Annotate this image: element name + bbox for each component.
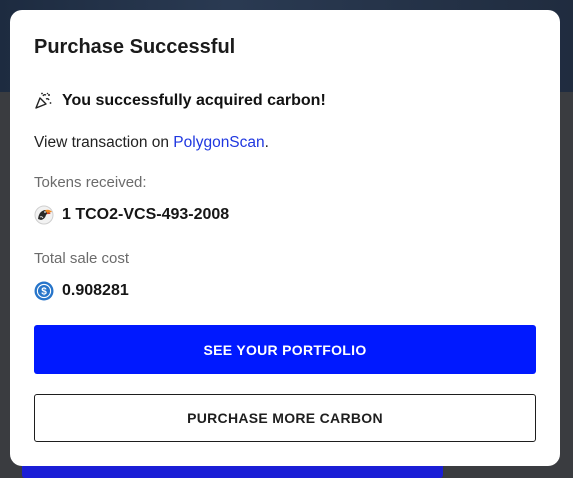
modal-title: Purchase Successful: [34, 36, 236, 58]
total-sale-cost-label: Total sale cost: [34, 250, 130, 267]
see-your-portfolio-button[interactable]: SEE YOUR PORTFOLIO: [34, 325, 536, 374]
transaction-suffix: .: [264, 134, 269, 151]
purchase-success-modal: Purchase Successful You successfully acq…: [10, 10, 560, 466]
purchase-more-carbon-button[interactable]: PURCHASE MORE CARBON: [34, 394, 536, 442]
party-popper-icon: [34, 92, 52, 110]
usdc-icon: $: [34, 281, 54, 301]
total-sale-cost-row: $ 0.908281: [34, 281, 129, 301]
svg-text:$: $: [41, 287, 47, 298]
tokens-received-value: 1 TCO2-VCS-493-2008: [62, 206, 230, 223]
success-message-row: You successfully acquired carbon!: [34, 92, 326, 110]
tokens-received-label: Tokens received:: [34, 174, 147, 191]
toucan-token-icon: [34, 205, 54, 225]
transaction-row: View transaction on PolygonScan.: [34, 134, 269, 152]
success-message: You successfully acquired carbon!: [62, 92, 326, 109]
polygonscan-link[interactable]: PolygonScan: [173, 134, 264, 151]
total-sale-cost-value: 0.908281: [62, 282, 129, 299]
transaction-prefix: View transaction on: [34, 134, 174, 151]
tokens-received-row: 1 TCO2-VCS-493-2008: [34, 205, 229, 225]
